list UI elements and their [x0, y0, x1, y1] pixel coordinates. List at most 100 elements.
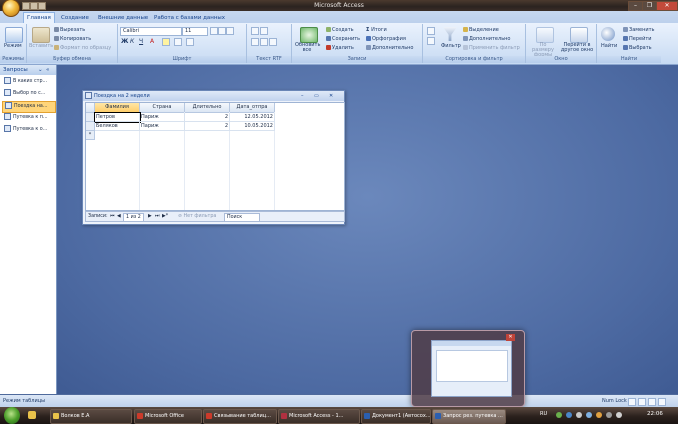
- table-cell[interactable]: 12.05.2012: [230, 113, 275, 122]
- tray-icon[interactable]: [586, 412, 592, 418]
- tab-create[interactable]: Создание: [58, 13, 92, 23]
- sort-asc-icon[interactable]: [427, 27, 435, 35]
- binoculars-icon[interactable]: [601, 27, 615, 41]
- switch-windows-button[interactable]: Перейти в другое окно: [560, 43, 594, 53]
- table-cell[interactable]: 2: [185, 113, 230, 122]
- row-selector[interactable]: [86, 122, 95, 131]
- fill-color-icon[interactable]: [162, 38, 170, 46]
- size-to-fit-icon[interactable]: [536, 27, 554, 43]
- toggle-filter-button[interactable]: Применить фильтр: [463, 45, 520, 51]
- bullets-icon[interactable]: [251, 38, 259, 46]
- tab-external-data[interactable]: Внешние данные: [95, 13, 151, 23]
- view-icon[interactable]: [5, 27, 23, 43]
- tab-database-tools[interactable]: Работа с базами данных: [151, 13, 228, 23]
- taskbar-button[interactable]: Связывание таблиц...: [203, 409, 277, 424]
- language-indicator[interactable]: RU: [540, 411, 547, 417]
- save-qat-icon[interactable]: [22, 2, 30, 10]
- select-all-corner[interactable]: [86, 103, 95, 113]
- search-input[interactable]: Поиск: [224, 213, 260, 222]
- taskbar-button[interactable]: Microsoft Office: [134, 409, 202, 424]
- table-cell[interactable]: Беляков: [95, 122, 140, 131]
- no-filter-button[interactable]: ⊘ Нет фильтра: [178, 212, 216, 221]
- tab-home[interactable]: Главная: [23, 12, 55, 23]
- quick-launch-icon[interactable]: [28, 411, 36, 419]
- replace-button[interactable]: Заменить: [623, 27, 655, 33]
- clock[interactable]: 22:06: [647, 411, 663, 417]
- taskbar-button[interactable]: Документ1 (Автосох...: [361, 409, 431, 424]
- sort-desc-icon[interactable]: [427, 37, 435, 45]
- underline-icon[interactable]: Ч: [139, 38, 143, 45]
- refresh-all-button[interactable]: Обновить все: [295, 43, 320, 53]
- delete-record-button[interactable]: Удалить: [326, 45, 354, 51]
- tray-icon[interactable]: [576, 412, 582, 418]
- cut-button[interactable]: Вырезать: [54, 27, 85, 33]
- start-button[interactable]: [4, 407, 20, 424]
- nav-item-query[interactable]: Путевка к п...: [2, 113, 54, 123]
- first-record-icon[interactable]: ⏮: [110, 212, 114, 221]
- table-cell[interactable]: Париж: [140, 113, 185, 122]
- numbering-icon[interactable]: [260, 38, 268, 46]
- nav-item-query[interactable]: Поездка на...: [2, 101, 56, 113]
- nav-item-query[interactable]: В каких стр...: [2, 77, 54, 87]
- paste-icon[interactable]: [32, 27, 50, 43]
- format-painter-button[interactable]: Формат по образцу: [54, 45, 111, 51]
- find-button[interactable]: Найти: [601, 43, 617, 49]
- datasheet-view-icon[interactable]: [628, 398, 636, 406]
- font-name-select[interactable]: Calibri: [120, 27, 182, 36]
- query-window-titlebar[interactable]: Поездка на 2 недели – ▭ ✕: [83, 91, 344, 101]
- column-header[interactable]: Фамилия: [95, 103, 140, 113]
- font-size-select[interactable]: 11: [182, 27, 208, 36]
- tray-icon[interactable]: [566, 412, 572, 418]
- column-header[interactable]: Страна: [140, 103, 185, 113]
- column-header[interactable]: Дата_отпра: [230, 103, 275, 113]
- nav-pane-header[interactable]: Запросы ⌄ «: [0, 65, 56, 75]
- taskbar-button[interactable]: Microsoft Access - 1...: [278, 409, 360, 424]
- align-right-icon[interactable]: [226, 27, 234, 35]
- next-record-icon[interactable]: ▶: [148, 212, 152, 221]
- align-center-icon[interactable]: [218, 27, 226, 35]
- paste-button[interactable]: Вставить: [29, 43, 53, 49]
- tray-icon[interactable]: [606, 412, 612, 418]
- table-cell[interactable]: Петров: [94, 112, 141, 123]
- taskbar-button[interactable]: Волков Е.А: [50, 409, 132, 424]
- spelling-button[interactable]: Орфография: [366, 36, 406, 42]
- nav-item-query[interactable]: Путевка к о...: [2, 125, 54, 135]
- copy-button[interactable]: Копировать: [54, 36, 91, 42]
- row-selector[interactable]: [86, 113, 95, 122]
- window-restore-icon[interactable]: ▭: [314, 91, 319, 101]
- table-cell[interactable]: 2: [185, 122, 230, 131]
- font-color-icon[interactable]: A: [150, 38, 154, 45]
- switch-windows-icon[interactable]: [570, 27, 588, 43]
- window-minimize-icon[interactable]: –: [301, 91, 304, 101]
- save-record-button[interactable]: Сохранить: [326, 36, 360, 42]
- last-record-icon[interactable]: ⏭: [155, 212, 159, 221]
- table-cell[interactable]: 10.05.2012: [230, 122, 275, 131]
- totals-button[interactable]: Σ Итоги: [366, 27, 387, 33]
- selection-button[interactable]: Выделение: [463, 27, 499, 33]
- collapse-pane-icon[interactable]: «: [46, 65, 49, 75]
- tray-icon[interactable]: [596, 412, 602, 418]
- maximize-button[interactable]: ❐: [642, 1, 657, 11]
- align-left-icon[interactable]: [210, 27, 218, 35]
- window-close-icon[interactable]: ✕: [329, 91, 333, 101]
- advanced-filter-button[interactable]: Дополнительно: [463, 36, 510, 42]
- highlight-icon[interactable]: [269, 38, 277, 46]
- bold-icon[interactable]: Ж: [121, 38, 128, 45]
- indent-decrease-icon[interactable]: [251, 27, 259, 35]
- column-header[interactable]: Длительно: [185, 103, 230, 113]
- thumbnail-close-icon[interactable]: ✕: [506, 334, 515, 341]
- italic-icon[interactable]: К: [130, 38, 134, 45]
- goto-button[interactable]: Перейти: [623, 36, 652, 42]
- select-button[interactable]: Выбрать: [623, 45, 652, 51]
- filter-icon[interactable]: [443, 27, 457, 41]
- alt-fill-icon[interactable]: [186, 38, 194, 46]
- filter-button[interactable]: Фильтр: [441, 43, 461, 49]
- new-row-marker[interactable]: *: [86, 131, 95, 140]
- pivot-chart-view-icon[interactable]: [648, 398, 656, 406]
- record-position-input[interactable]: 1 из 2: [123, 213, 144, 222]
- taskbar-button[interactable]: Запрос рез. путевка ...: [432, 409, 506, 424]
- view-button[interactable]: Режим: [4, 43, 22, 49]
- volume-icon[interactable]: [616, 412, 622, 418]
- minimize-button[interactable]: –: [628, 1, 643, 11]
- gridlines-icon[interactable]: [174, 38, 182, 46]
